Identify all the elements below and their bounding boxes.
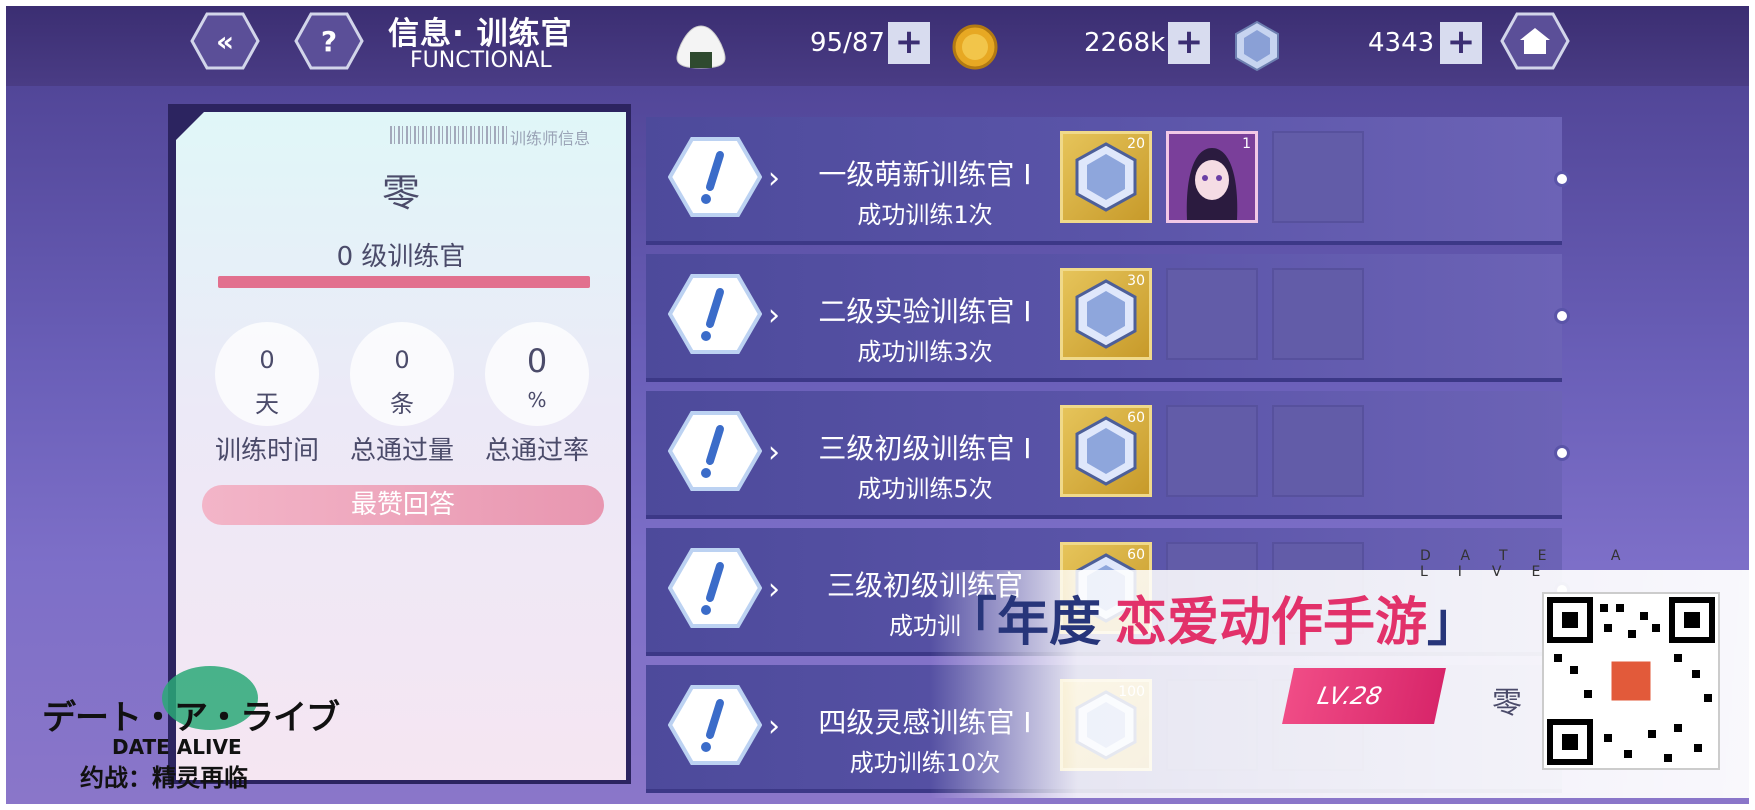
best-answer-tab[interactable]: 最赞回答 — [202, 485, 604, 525]
qr-pattern-icon — [1547, 597, 1715, 765]
xp-bar-fill — [218, 276, 590, 288]
exclamation-icon — [668, 685, 762, 765]
stat-value: 0 — [394, 346, 410, 374]
reward-count: 60 — [1127, 547, 1145, 563]
reward-slot-crystal[interactable]: 60 — [1060, 405, 1152, 497]
achievement-row[interactable]: › 二级实验训练官 I 成功训练3次 30 — [646, 254, 1570, 382]
chevron-right-icon: › — [768, 298, 780, 333]
reward-slot-empty — [1166, 268, 1258, 360]
stat-value: 0 — [526, 342, 548, 380]
add-crystals-button[interactable]: + — [1440, 22, 1482, 64]
player-name: 零 — [1492, 686, 1522, 721]
crystals-value: 4343 — [1368, 28, 1435, 58]
tagline-part-b: 恋爱动作手游 — [1115, 593, 1428, 653]
chevron-right-icon: › — [768, 435, 780, 470]
chevron-right-icon: › — [768, 572, 780, 607]
achievement-requirement: 成功训练3次 — [857, 338, 993, 366]
achievement-title: 二级实验训练官 I — [818, 295, 1032, 328]
chevron-right-icon: › — [768, 161, 780, 196]
add-coins-button[interactable]: + — [1168, 22, 1210, 64]
chevron-right-icon: › — [768, 709, 780, 744]
level-badge: LV.28 — [1282, 668, 1446, 724]
achievement-title: 一级萌新训练官 I — [818, 158, 1032, 191]
series-name: DATE A LIVE — [1420, 548, 1651, 580]
tagline-open: 「 — [945, 593, 998, 653]
help-button[interactable]: ? — [294, 12, 364, 70]
stat-unit: 天 — [255, 390, 279, 418]
exclamation-icon — [668, 137, 762, 217]
stat-label: 训练时间 — [214, 436, 319, 466]
barcode-decoration — [390, 126, 508, 144]
add-stamina-button[interactable]: + — [888, 22, 930, 64]
achievement-row[interactable]: › 一级萌新训练官 I 成功训练1次 20 1 — [646, 117, 1570, 245]
achievement-title: 三级初级训练官 I — [818, 432, 1032, 465]
exclamation-icon — [668, 274, 762, 354]
achievement-row[interactable]: › 三级初级训练官 I 成功训练5次 60 — [646, 391, 1570, 519]
reward-count: 30 — [1127, 273, 1145, 289]
reward-slot-crystal[interactable]: 30 — [1060, 268, 1152, 360]
stat-value: 0 — [259, 346, 275, 374]
status-dot — [1554, 171, 1570, 187]
page-title: 信息· 训练官 — [388, 16, 573, 52]
tagline-close: 」 — [1427, 593, 1480, 653]
logo-english: DATE ALIVE — [112, 735, 242, 759]
logo-japanese: デート・ア・ライブ — [42, 698, 340, 738]
qr-code — [1542, 592, 1720, 770]
exclamation-icon — [668, 548, 762, 628]
stat-label: 总通过量 — [349, 436, 454, 466]
reward-count: 60 — [1127, 410, 1145, 426]
reward-count: 1 — [1242, 136, 1251, 152]
xp-bar — [218, 276, 590, 288]
double-chevron-left-icon: « — [215, 24, 235, 58]
exclamation-icon — [668, 411, 762, 491]
home-icon — [1520, 28, 1550, 54]
back-button[interactable]: « — [190, 12, 260, 70]
rice-ball-icon — [676, 25, 726, 69]
card-label: 训练师信息 — [510, 129, 591, 148]
logo-chinese: 约战：精灵再临 — [80, 764, 248, 792]
reward-count: 20 — [1127, 136, 1145, 152]
status-dot — [1554, 308, 1570, 324]
coins-value: 2268k — [1084, 28, 1166, 58]
status-dot — [1554, 445, 1570, 461]
stat-label: 总通过率 — [484, 436, 589, 466]
question-icon: ? — [320, 24, 338, 58]
reward-slot-crystal[interactable]: 20 — [1060, 131, 1152, 223]
reward-slot-empty — [1272, 131, 1364, 223]
achievement-requirement: 成功训练1次 — [857, 201, 993, 229]
reward-slot-empty — [1272, 268, 1364, 360]
reward-slot-empty — [1272, 405, 1364, 497]
reward-slot-empty — [1166, 405, 1258, 497]
stat-unit: % — [527, 388, 547, 412]
coin-icon — [952, 24, 998, 70]
trainer-name: 零 — [381, 171, 420, 215]
home-button[interactable] — [1500, 12, 1570, 70]
crystal-icon — [1235, 20, 1279, 72]
achievement-requirement: 成功训练5次 — [857, 475, 993, 503]
stamina-value: 95/87 — [810, 28, 885, 58]
tagline-part-a: 年度 — [997, 593, 1102, 653]
trainer-level: 0 级训练官 — [336, 242, 466, 272]
reward-slot-character[interactable]: 1 — [1166, 131, 1258, 223]
page-subtitle: FUNCTIONAL — [410, 48, 552, 73]
stat-unit: 条 — [390, 390, 414, 418]
promo-tagline: 「年度 恋爱动作手游」 — [945, 580, 1479, 655]
